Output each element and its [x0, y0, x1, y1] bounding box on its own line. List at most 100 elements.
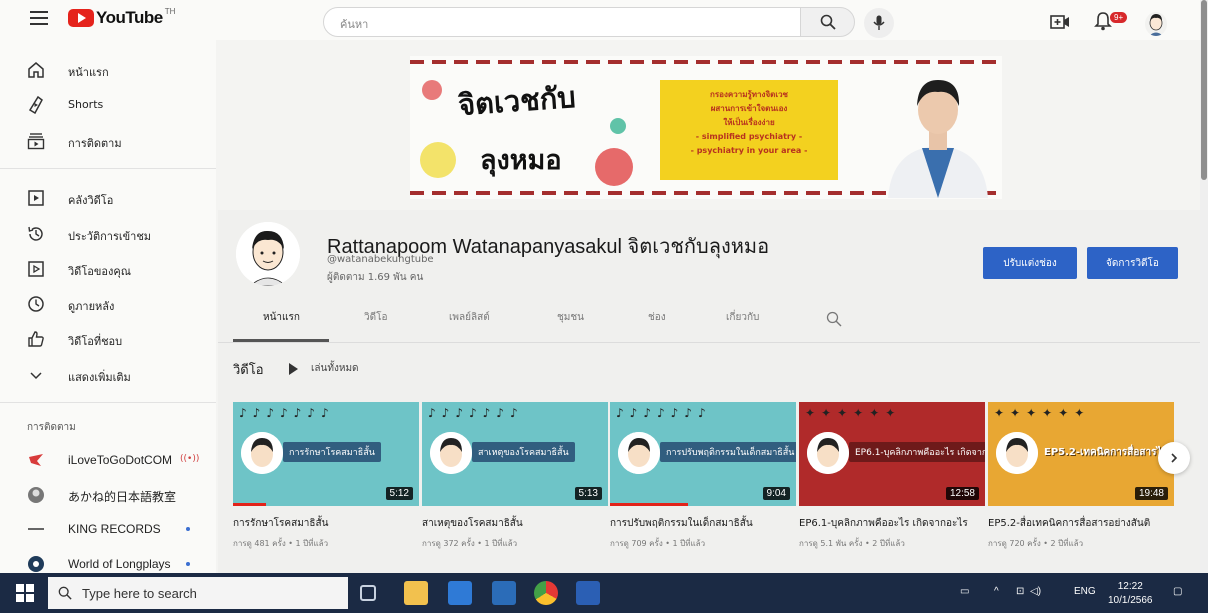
tab-community[interactable]: ชุมชน — [557, 310, 584, 325]
video-meta: การดู 5.1 พัน ครั้ง • 2 ปีที่แล้ว — [799, 539, 905, 548]
file-explorer-icon[interactable] — [404, 581, 428, 605]
doctor-photo — [888, 80, 988, 198]
menu-icon[interactable] — [30, 11, 48, 25]
music-notes-decor: ♪♪♪♪♪♪♪ — [428, 406, 524, 420]
search-input[interactable]: ค้นหา — [323, 7, 801, 37]
sidebar-item-watch-later[interactable]: ดูภายหลัง — [0, 289, 216, 319]
manage-videos-button[interactable]: จัดการวิดีโอ — [1087, 247, 1178, 279]
video-meta: การดู 709 ครั้ง • 1 ปีที่แล้ว — [610, 539, 706, 548]
task-view-icon[interactable] — [360, 585, 376, 601]
video-card[interactable]: ♪♪♪♪♪♪♪ การปรับพฤติกรรมในเด็กสมาธิสั้น 9:0… — [610, 402, 796, 550]
tagline-line: กรองความรู้ทางจิตเวช — [710, 90, 788, 99]
clock-date: 10/1/2566 — [1108, 595, 1153, 606]
channel-banner: จิตเวชกับ ลุงหมอ กรองความรู้ทางจิตเวช ผส… — [410, 56, 1002, 199]
video-duration: 12:58 — [945, 487, 979, 500]
store-icon[interactable] — [448, 581, 472, 605]
sidebar-item-shorts[interactable]: Shorts — [0, 90, 216, 120]
music-notes-decor: ♪♪♪♪♪♪♪ — [616, 406, 712, 420]
play-all-button[interactable]: เล่นทั้งหมด — [289, 361, 359, 376]
video-card[interactable]: ✦✦✦✦✦✦ EP5.2-เทคนิคการสื่อสารไม่สันติ 19:4… — [988, 402, 1174, 550]
youtube-logo[interactable]: YouTube TH — [68, 7, 175, 28]
tray-chevron-up-icon[interactable]: ^ — [994, 586, 999, 597]
tray-language[interactable]: ENG — [1074, 586, 1096, 597]
tab-channels[interactable]: ช่อง — [648, 310, 666, 325]
thumbnail-caption: การรักษาโรคสมาธิสั้น — [283, 442, 381, 462]
new-content-dot — [186, 527, 190, 531]
account-avatar[interactable] — [1145, 12, 1167, 36]
next-button[interactable] — [1158, 442, 1190, 474]
notifications-button[interactable] — [1094, 11, 1112, 35]
tray-battery-icon[interactable]: ▭ — [960, 586, 969, 597]
video-card[interactable]: ♪♪♪♪♪♪♪ การรักษาโรคสมาธิสั้น 5:12 การรักษาโ… — [233, 402, 419, 550]
video-thumbnail[interactable]: ♪♪♪♪♪♪♪ การรักษาโรคสมาธิสั้น 5:12 — [233, 402, 419, 506]
tab-home[interactable]: หน้าแรก — [263, 310, 300, 325]
clock-time: 12:22 — [1117, 581, 1143, 592]
sidebar-item-label: ประวัติการเข้าชม — [68, 230, 152, 243]
tray-network-icon[interactable]: ⊡ — [1016, 586, 1024, 597]
tray-volume-icon[interactable]: ◁) — [1030, 586, 1041, 597]
banner-border — [410, 60, 1002, 64]
video-card[interactable]: ✦✦✦✦✦✦ EP6.1-บุคลิกภาพคืออะไร เกิดจากอะไร… — [799, 402, 985, 550]
video-meta: การดู 372 ครั้ง • 1 ปีที่แล้ว — [422, 539, 518, 548]
word-icon[interactable] — [576, 581, 600, 605]
thumbnail-caption: การปรับพฤติกรรมในเด็กสมาธิสั้น — [660, 442, 796, 462]
thumbnail-caption: สาเหตุของโรคสมาธิสั้น — [472, 442, 575, 462]
notification-center-icon[interactable]: ▢ — [1173, 586, 1182, 597]
sidebar-item-liked-videos[interactable]: วิดีโอที่ชอบ — [0, 324, 216, 354]
tab-playlists[interactable]: เพลย์ลิสต์ — [449, 310, 490, 325]
voice-search-button[interactable] — [864, 8, 894, 38]
channel-avatar-icon — [28, 556, 44, 572]
video-thumbnail[interactable]: ♪♪♪♪♪♪♪ การปรับพฤติกรรมในเด็กสมาธิสั้น 9:0… — [610, 402, 796, 506]
customize-channel-button[interactable]: ปรับแต่งช่อง — [983, 247, 1077, 279]
top-bar: YouTube TH ค้นหา 9+ — [0, 0, 1200, 40]
sidebar-item-home[interactable]: หน้าแรก — [0, 55, 216, 85]
watch-later-icon — [28, 296, 44, 312]
section-title: วิดีโอ — [233, 363, 264, 378]
video-thumbnail[interactable]: ✦✦✦✦✦✦ EP5.2-เทคนิคการสื่อสารไม่สันติ 19:4… — [988, 402, 1174, 506]
presenter-avatar — [807, 432, 849, 474]
video-title[interactable]: การปรับพฤติกรรมในเด็กสมาธิสั้น — [610, 515, 796, 532]
subscription-item[interactable]: KING RECORDS — [0, 514, 216, 544]
video-thumbnail[interactable]: ♪♪♪♪♪♪♪ สาเหตุของโรคสมาธิสั้น 5:13 — [422, 402, 608, 506]
create-button[interactable] — [1050, 14, 1070, 34]
watch-progress-bar — [610, 503, 689, 506]
presenter-avatar — [430, 432, 472, 474]
subscription-item[interactable]: iLoveToGoDotCOM ((•)) — [0, 445, 216, 475]
tab-videos[interactable]: วิดีโอ — [364, 310, 388, 325]
mail-icon[interactable] — [492, 581, 516, 605]
sidebar-item-label: ดูภายหลัง — [68, 300, 115, 313]
sidebar-item-your-videos[interactable]: วิดีโอของคุณ — [0, 254, 216, 284]
channel-search-button[interactable] — [826, 311, 842, 331]
sidebar-show-more[interactable]: แสดงเพิ่มเติม — [0, 360, 216, 390]
tab-about[interactable]: เกี่ยวกับ — [726, 310, 759, 325]
sidebar: หน้าแรก Shorts การติดตาม คลังวิดีโอ ประว… — [0, 40, 216, 573]
video-title[interactable]: EP6.1-บุคลิกภาพคืออะไร เกิดจากอะไร — [799, 515, 985, 532]
music-notes-decor: ✦✦✦✦✦✦ — [805, 406, 902, 420]
tagline-line: - simplified psychiatry - — [695, 132, 803, 141]
video-card[interactable]: ♪♪♪♪♪♪♪ สาเหตุของโรคสมาธิสั้น 5:13 สาเหตุขอ… — [422, 402, 608, 550]
subscription-item[interactable]: あかね的日本語教室 — [0, 480, 216, 510]
subscription-name: KING RECORDS — [68, 522, 161, 536]
sidebar-item-subscriptions[interactable]: การติดตาม — [0, 126, 216, 156]
sidebar-item-label: วิดีโอที่ชอบ — [68, 335, 123, 348]
sidebar-item-history[interactable]: ประวัติการเข้าชม — [0, 219, 216, 249]
chrome-icon[interactable] — [534, 581, 558, 605]
page-scrollbar[interactable] — [1200, 0, 1208, 573]
subscription-name: iLoveToGoDotCOM — [68, 453, 173, 467]
music-notes-decor: ✦✦✦✦✦✦ — [994, 406, 1091, 420]
music-notes-decor: ♪♪♪♪♪♪♪ — [239, 406, 335, 420]
presenter-avatar — [996, 432, 1038, 474]
search-button[interactable] — [800, 7, 855, 37]
windows-start-icon[interactable] — [16, 584, 34, 602]
taskbar-search-input[interactable]: Type here to search — [48, 577, 348, 609]
scrollbar-thumb[interactable] — [1201, 0, 1207, 180]
taskbar-search-placeholder: Type here to search — [82, 585, 197, 601]
taskbar-clock[interactable]: 12:22 10/1/2566 — [1108, 580, 1153, 608]
sidebar-item-library[interactable]: คลังวิดีโอ — [0, 183, 216, 213]
video-thumbnail[interactable]: ✦✦✦✦✦✦ EP6.1-บุคลิกภาพคืออะไร เกิดจากอะไร… — [799, 402, 985, 506]
video-title[interactable]: การรักษาโรคสมาธิสั้น — [233, 515, 419, 532]
sidebar-divider — [0, 402, 216, 403]
sidebar-item-label: คลังวิดีโอ — [68, 194, 114, 207]
video-title[interactable]: สาเหตุของโรคสมาธิสั้น — [422, 515, 608, 532]
video-title[interactable]: EP5.2-สื่อเทคนิคการสื่อสารอย่างสันติ — [988, 515, 1174, 532]
